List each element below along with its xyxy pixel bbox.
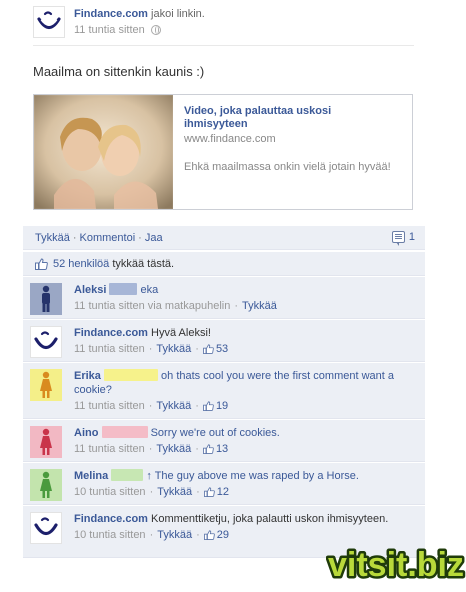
comment-bubble-icon xyxy=(391,231,405,246)
female-silhouette-icon xyxy=(40,428,52,455)
separator: · xyxy=(148,400,153,412)
redacted-surname xyxy=(109,283,138,295)
findance-logo-icon xyxy=(37,11,61,30)
watermark-text: vitsit.biz xyxy=(328,546,464,584)
thumbs-up-icon xyxy=(203,487,215,497)
findance-logo[interactable] xyxy=(33,6,65,38)
likes-summary: 52 henkilöä tykkää tästä. xyxy=(23,252,425,276)
findance-logo-icon xyxy=(34,331,58,350)
like-link[interactable]: Tykkää xyxy=(35,232,70,244)
link-attachment[interactable]: Video, joka palauttaa uskosi ihmisyyteen… xyxy=(33,94,413,210)
comment-timestamp[interactable]: 11 tuntia sitten xyxy=(74,342,145,356)
likes-suffix: tykkää tästä. xyxy=(109,257,175,270)
poster-line: Findance.com jakoi linkin. xyxy=(74,8,205,20)
findance-logo-icon xyxy=(34,517,58,536)
comment-author[interactable]: Aleksi xyxy=(74,284,106,296)
comment-text: ↑ The guy above me was raped by a Horse. xyxy=(146,470,359,482)
comment-author[interactable]: Erika xyxy=(74,370,101,382)
post-time-line: 11 tuntia sitten xyxy=(74,24,161,36)
separator: · xyxy=(149,529,154,541)
likes-count-link[interactable]: 52 henkilöä xyxy=(53,258,109,270)
separator: · xyxy=(196,529,200,541)
comment-timestamp[interactable]: 11 tuntia sitten xyxy=(74,442,145,456)
comment-like-link[interactable]: Tykkää xyxy=(157,485,192,499)
comment-count[interactable]: 1 xyxy=(391,231,415,246)
avatar[interactable] xyxy=(30,469,62,501)
thumbs-up-icon xyxy=(203,530,215,540)
post-action-text: jakoi linkin. xyxy=(151,8,205,20)
comment-link[interactable]: Kommentoi xyxy=(80,232,136,244)
comment-author[interactable]: Melina xyxy=(74,470,108,482)
separator: · xyxy=(234,300,239,312)
comment-like-count[interactable]: 13 xyxy=(216,442,228,456)
comment-text: Sorry we're out of cookies. xyxy=(150,427,280,439)
comment-like-link[interactable]: Tykkää xyxy=(242,299,277,313)
post-message: Maailma on sittenkin kaunis :) xyxy=(33,64,205,79)
male-silhouette-icon xyxy=(42,285,50,312)
attachment-thumbnail[interactable] xyxy=(34,95,173,209)
comment-text: Hyvä Aleksi! xyxy=(151,327,211,339)
comment: Aleksi eka 11 tuntia sitten via matkapuh… xyxy=(23,277,425,319)
header-divider xyxy=(33,45,414,46)
separator: · xyxy=(148,443,153,455)
globe-icon xyxy=(150,25,161,35)
avatar[interactable] xyxy=(30,283,62,315)
couple-photo-image xyxy=(34,95,173,209)
comment: Melina ↑ The guy above me was raped by a… xyxy=(23,463,425,505)
thumbs-up-icon xyxy=(203,401,214,411)
female-silhouette-icon xyxy=(40,371,52,398)
thumbs-up-icon xyxy=(35,257,48,270)
comment: Erika oh thats cool you were the first c… xyxy=(23,363,425,419)
separator: · xyxy=(195,343,199,355)
thumbs-up-icon xyxy=(203,444,214,454)
separator: · xyxy=(148,343,153,355)
avatar[interactable] xyxy=(30,426,62,458)
avatar[interactable] xyxy=(30,326,62,358)
post-actions-bar: Tykkää · Kommentoi · Jaa 1 xyxy=(23,226,425,250)
comment: Findance.com Hyvä Aleksi! 11 tuntia sitt… xyxy=(23,320,425,362)
comment-timestamp[interactable]: 10 tuntia sitten xyxy=(74,528,146,542)
comment-like-count[interactable]: 53 xyxy=(216,342,228,356)
avatar[interactable] xyxy=(30,369,62,401)
redacted-surname xyxy=(111,469,144,481)
comment-author[interactable]: Findance.com xyxy=(74,513,148,525)
comment-like-count[interactable]: 19 xyxy=(216,399,228,413)
separator: · xyxy=(72,231,77,244)
comment-like-link[interactable]: Tykkää xyxy=(157,528,192,542)
comment-author[interactable]: Aino xyxy=(74,427,98,439)
comment-count-value: 1 xyxy=(408,231,415,243)
share-link[interactable]: Jaa xyxy=(145,232,163,244)
comment-author[interactable]: Findance.com xyxy=(74,327,148,339)
attachment-description: Ehkä maailmassa onkin vielä jotain hyvää… xyxy=(184,161,391,173)
redacted-surname xyxy=(101,426,148,438)
thumbs-up-icon xyxy=(203,344,214,354)
poster-name[interactable]: Findance.com xyxy=(74,8,148,20)
separator: · xyxy=(149,486,154,498)
comment-like-count[interactable]: 29 xyxy=(217,528,229,542)
post-header: Findance.com jakoi linkin. 11 tuntia sit… xyxy=(33,6,413,46)
avatar[interactable] xyxy=(30,512,62,544)
comment-text: Kommenttiketju, joka palautti uskon ihmi… xyxy=(151,513,389,525)
attachment-title[interactable]: Video, joka palauttaa uskosi ihmisyyteen xyxy=(184,105,384,131)
comment-like-link[interactable]: Tykkää xyxy=(156,342,191,356)
comment-like-link[interactable]: Tykkää xyxy=(156,442,191,456)
separator: · xyxy=(195,443,199,455)
comment-timestamp[interactable]: 10 tuntia sitten xyxy=(74,485,146,499)
comment: Aino Sorry we're out of cookies. 11 tunt… xyxy=(23,420,425,462)
vitsit-watermark-logo: vitsit.biz xyxy=(326,544,466,587)
comment-like-count[interactable]: 12 xyxy=(217,485,229,499)
comment-timestamp[interactable]: 11 tuntia sitten via matkapuhelin xyxy=(74,299,230,313)
redacted-surname xyxy=(103,369,158,381)
post-timestamp[interactable]: 11 tuntia sitten xyxy=(74,24,145,36)
separator: · xyxy=(138,231,142,244)
separator: · xyxy=(195,400,199,412)
comment-timestamp[interactable]: 11 tuntia sitten xyxy=(74,399,145,413)
attachment-url: www.findance.com xyxy=(184,133,276,145)
comment-text: eka xyxy=(140,284,159,296)
separator: · xyxy=(196,486,200,498)
female-silhouette-icon xyxy=(40,471,52,498)
comment-like-link[interactable]: Tykkää xyxy=(156,399,191,413)
